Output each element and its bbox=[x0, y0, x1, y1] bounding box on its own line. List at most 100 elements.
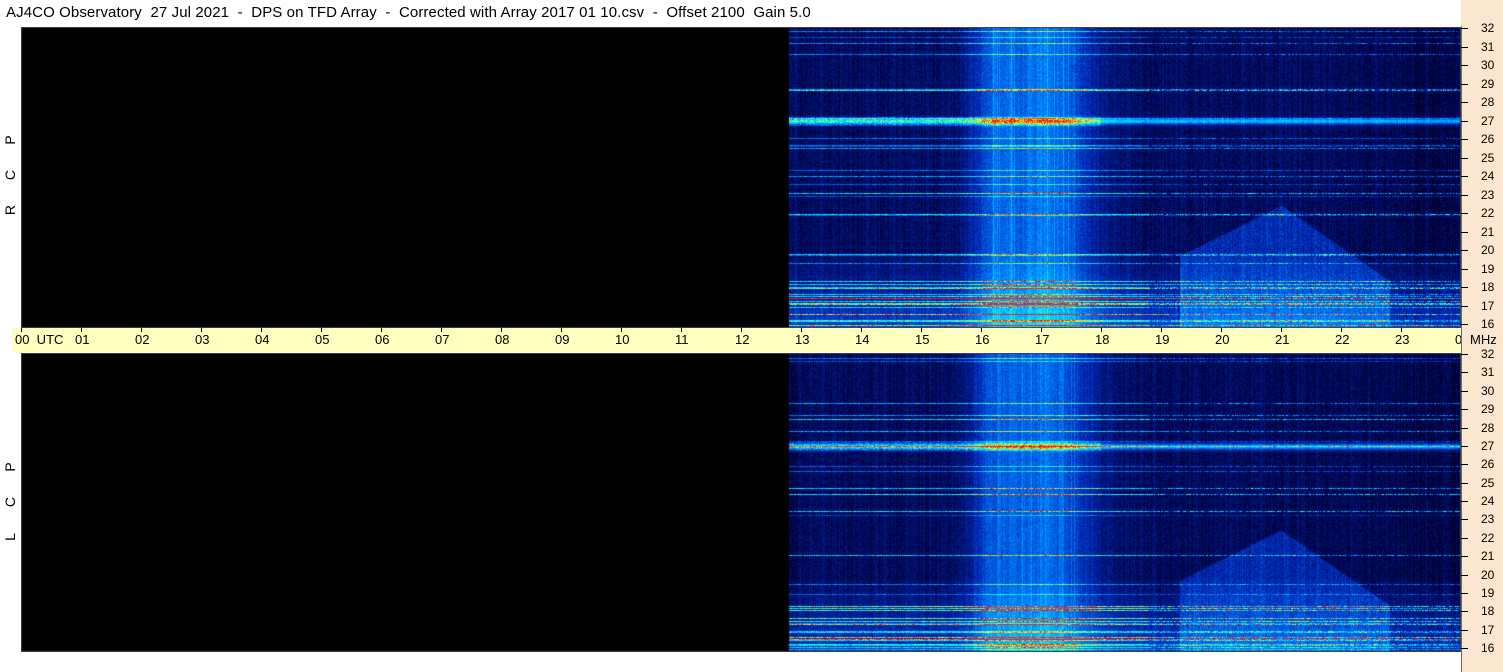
freq-tick-label: 28 bbox=[1481, 95, 1495, 109]
lcp-label-letter: C bbox=[2, 496, 18, 508]
time-tick-mark bbox=[381, 328, 382, 332]
freq-tick-mark bbox=[1461, 537, 1468, 539]
lcp-panel-label: L C P bbox=[0, 353, 20, 652]
freq-tick-mark bbox=[1461, 482, 1468, 484]
rcp-spectrogram bbox=[21, 27, 1461, 328]
freq-tick-mark bbox=[1461, 611, 1468, 613]
freq-tick-label: 18 bbox=[1481, 280, 1495, 294]
time-tick-label: 16 bbox=[975, 332, 990, 347]
time-tick-label: 19 bbox=[1155, 332, 1170, 347]
freq-tick-mark bbox=[1461, 629, 1468, 631]
freq-tick-mark bbox=[1461, 390, 1468, 392]
time-tick-mark bbox=[1281, 328, 1282, 332]
freq-tick-mark bbox=[1461, 574, 1468, 576]
time-tick-mark bbox=[321, 328, 322, 332]
freq-tick-label: 27 bbox=[1481, 438, 1495, 453]
rcp-label-letter: P bbox=[2, 135, 18, 145]
freq-tick-label: 19 bbox=[1481, 261, 1495, 276]
time-tick-label: 10 bbox=[615, 332, 630, 347]
time-tick-mark bbox=[21, 328, 22, 332]
freq-tick-mark bbox=[1461, 305, 1468, 307]
freq-tick-label: 30 bbox=[1481, 383, 1495, 398]
time-tick-label: 02 bbox=[135, 332, 150, 347]
time-tick-mark bbox=[1101, 328, 1102, 332]
freq-tick-label: 29 bbox=[1481, 402, 1495, 417]
freq-tick-label: 26 bbox=[1481, 132, 1495, 146]
freq-tick-mark bbox=[1461, 287, 1468, 288]
freq-tick-mark bbox=[1461, 102, 1468, 103]
time-tick-label: 17 bbox=[1035, 332, 1050, 347]
freq-tick-mark bbox=[1461, 592, 1468, 594]
time-tick-label: 07 bbox=[435, 332, 450, 347]
time-tick-mark bbox=[741, 328, 742, 332]
freq-tick-label: 23 bbox=[1481, 512, 1495, 527]
lcp-label-letter: L bbox=[2, 533, 18, 541]
freq-tick-mark bbox=[1461, 372, 1468, 374]
freq-tick-label: 24 bbox=[1481, 169, 1495, 183]
freq-tick-label: 21 bbox=[1481, 549, 1495, 564]
freq-tick-label: 29 bbox=[1481, 76, 1495, 91]
lcp-spectrogram bbox=[21, 353, 1461, 652]
freq-tick-mark bbox=[1461, 231, 1468, 233]
time-tick-mark bbox=[621, 328, 622, 332]
time-tick-label: 08 bbox=[495, 332, 510, 347]
time-tick-label: 14 bbox=[855, 332, 870, 347]
time-tick-mark bbox=[261, 328, 262, 332]
time-tick-label: 18 bbox=[1095, 332, 1110, 347]
freq-tick-mark bbox=[1461, 139, 1468, 140]
freq-tick-mark bbox=[1461, 46, 1468, 48]
time-tick-label: 05 bbox=[315, 332, 330, 347]
time-tick-mark bbox=[1401, 328, 1402, 332]
freq-tick-label: 25 bbox=[1481, 150, 1495, 165]
freq-tick-mark bbox=[1461, 250, 1468, 251]
freq-tick-label: 17 bbox=[1481, 298, 1495, 313]
spectrogram-page: AJ4CO Observatory 27 Jul 2021 - DPS on T… bbox=[0, 0, 1503, 672]
time-tick-mark bbox=[561, 328, 562, 332]
time-tick-mark bbox=[921, 328, 922, 332]
freq-tick-label: 16 bbox=[1481, 641, 1495, 655]
freq-tick-mark bbox=[1461, 65, 1468, 66]
freq-tick-label: 17 bbox=[1481, 622, 1495, 637]
freq-tick-mark bbox=[1461, 83, 1468, 85]
freq-tick-mark bbox=[1461, 324, 1468, 325]
time-tick-label: 06 bbox=[375, 332, 390, 347]
time-tick-label: 15 bbox=[915, 332, 930, 347]
frequency-unit-label: MHz bbox=[1470, 332, 1497, 347]
freq-tick-label: 24 bbox=[1481, 494, 1495, 508]
time-tick-label: 20 bbox=[1215, 332, 1230, 347]
time-tick-label: 00 UTC bbox=[15, 332, 64, 347]
title-bar: AJ4CO Observatory 27 Jul 2021 - DPS on T… bbox=[0, 0, 1460, 26]
freq-tick-mark bbox=[1461, 556, 1468, 558]
freq-tick-mark bbox=[1461, 445, 1468, 447]
freq-tick-label: 26 bbox=[1481, 457, 1495, 472]
freq-tick-mark bbox=[1461, 648, 1468, 649]
freq-tick-label: 27 bbox=[1481, 113, 1495, 128]
freq-tick-label: 16 bbox=[1481, 317, 1495, 331]
freq-tick-mark bbox=[1461, 213, 1468, 214]
time-tick-mark bbox=[801, 328, 802, 332]
freq-tick-label: 19 bbox=[1481, 585, 1495, 600]
time-tick-label: 21 bbox=[1275, 332, 1290, 347]
time-tick-mark bbox=[1341, 328, 1342, 332]
time-tick-mark bbox=[861, 328, 862, 332]
lcp-label-letter: P bbox=[2, 462, 18, 472]
freq-tick-mark bbox=[1461, 354, 1468, 355]
time-tick-label: 13 bbox=[795, 332, 810, 347]
freq-tick-label: 22 bbox=[1481, 206, 1495, 220]
time-tick-mark bbox=[1221, 328, 1222, 332]
time-tick-mark bbox=[201, 328, 202, 332]
time-tick-label: 12 bbox=[735, 332, 750, 347]
freq-tick-label: 28 bbox=[1481, 420, 1495, 435]
freq-tick-label: 32 bbox=[1481, 347, 1495, 361]
freq-tick-mark bbox=[1461, 176, 1468, 177]
time-tick-label: 09 bbox=[555, 332, 570, 347]
freq-tick-mark bbox=[1461, 464, 1468, 466]
time-tick-mark bbox=[681, 328, 682, 332]
freq-tick-mark bbox=[1461, 268, 1468, 270]
rcp-label-letter: R bbox=[2, 204, 18, 216]
freq-tick-label: 31 bbox=[1481, 365, 1495, 380]
rcp-label-letter: C bbox=[2, 169, 18, 181]
freq-tick-label: 23 bbox=[1481, 187, 1495, 202]
freq-tick-mark bbox=[1461, 28, 1468, 29]
freq-tick-label: 32 bbox=[1481, 21, 1495, 35]
